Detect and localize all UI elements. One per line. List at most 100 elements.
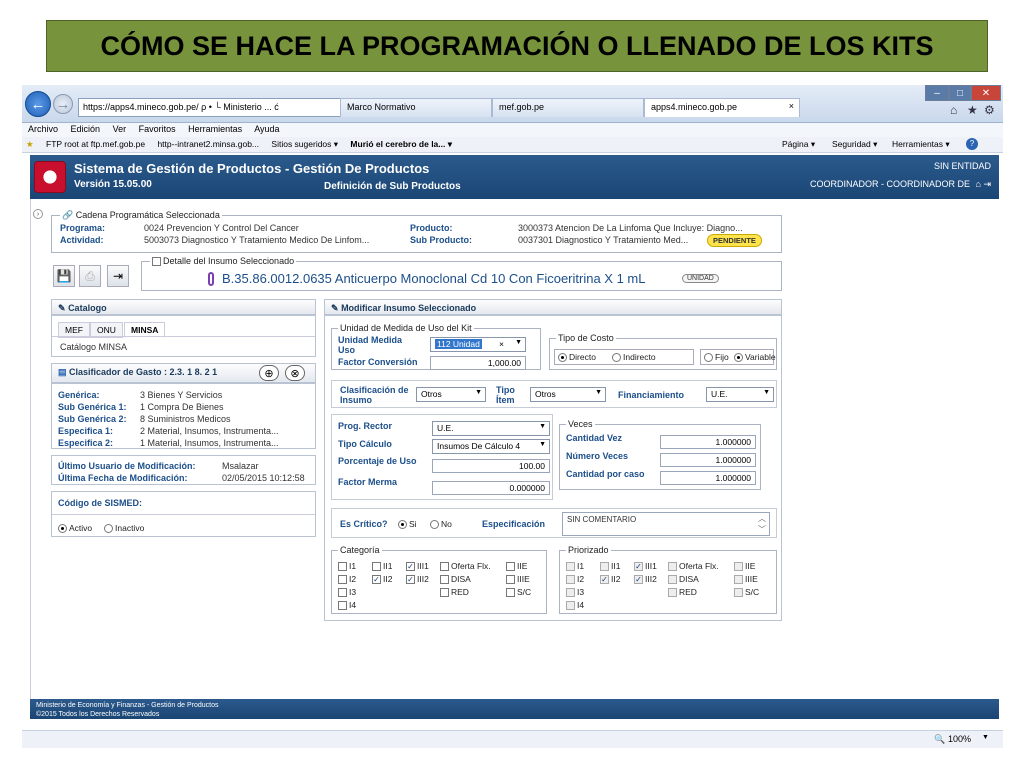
priorizado-checkbox[interactable]: RED bbox=[668, 587, 697, 598]
inactivo-radio[interactable]: Inactivo bbox=[104, 523, 144, 534]
actividad-value: 5003073 Diagnostico Y Tratamiento Medico… bbox=[144, 235, 370, 245]
fav-intranet[interactable]: http--intranet2.minsa.gob... bbox=[157, 139, 259, 149]
help-icon[interactable]: ? bbox=[966, 138, 978, 150]
favorites-star-icon[interactable]: ★ bbox=[26, 139, 34, 149]
priorizado-checkbox[interactable]: ✓ II2 bbox=[600, 574, 620, 585]
remove-clasificador-button[interactable]: ⊗ bbox=[285, 365, 305, 381]
num-veces-input[interactable]: 1.000000 bbox=[660, 453, 756, 467]
factor-input[interactable]: 1,000.00 bbox=[430, 356, 526, 370]
especifica2-value: 1 Material, Insumos, Instrumenta... bbox=[140, 438, 279, 448]
menu-ayuda[interactable]: Ayuda bbox=[254, 124, 279, 134]
print-icon[interactable]: ⎙ bbox=[79, 265, 101, 287]
priorizado-checkbox[interactable]: I1 bbox=[566, 561, 584, 572]
priorizado-checkbox[interactable]: IIIE bbox=[734, 574, 758, 585]
categoria-checkbox[interactable]: ✓ III2 bbox=[406, 574, 429, 585]
fijo-radio[interactable]: Fijo bbox=[704, 352, 729, 363]
priorizado-checkbox[interactable]: S/C bbox=[734, 587, 759, 598]
tipo-item-select[interactable]: Otros bbox=[530, 387, 606, 402]
directo-radio[interactable]: Directo bbox=[558, 352, 596, 363]
prog-rector-select[interactable]: U.E. bbox=[432, 421, 550, 436]
user-label: COORDINADOR - COORDINADOR DE ⌂ ⇥ bbox=[810, 179, 991, 190]
ultima-fecha-label: Última Fecha de Modificación: bbox=[58, 473, 188, 483]
clasif-select[interactable]: Otros bbox=[416, 387, 486, 402]
categoria-checkbox[interactable]: I3 bbox=[338, 587, 356, 598]
address-bar[interactable]: https://apps4.mineco.gob.pe/ ρ • └ Minis… bbox=[78, 98, 358, 117]
home-icon[interactable]: ⌂ bbox=[976, 179, 981, 189]
priorizado-checkbox[interactable]: I3 bbox=[566, 587, 584, 598]
close-icon[interactable]: ✕ bbox=[971, 85, 1001, 101]
clear-icon[interactable]: × bbox=[499, 339, 504, 349]
categoria-checkbox[interactable]: IIE bbox=[506, 561, 527, 572]
exit-icon[interactable]: ⇥ bbox=[107, 265, 129, 287]
financ-select[interactable]: U.E. bbox=[706, 387, 774, 402]
expand-icon[interactable]: › bbox=[33, 209, 43, 219]
espec-textarea[interactable]: SIN COMENTARIO ︿ ﹀ bbox=[562, 512, 770, 536]
fav-herramientas[interactable]: Herramientas ▾ bbox=[892, 139, 950, 150]
priorizado-fieldset: Priorizado I1 II1 ✓ III1 Oferta Flx. IIE I2 ✓ II… bbox=[559, 545, 777, 614]
menu-ver[interactable]: Ver bbox=[113, 124, 127, 134]
add-clasificador-button[interactable]: ⊕ bbox=[259, 365, 279, 381]
fav-ftp[interactable]: FTP root at ftp.mef.gob.pe bbox=[46, 139, 145, 149]
categoria-checkbox[interactable]: S/C bbox=[506, 587, 531, 598]
programa-value: 0024 Prevencion Y Control Del Cancer bbox=[144, 223, 299, 233]
categoria-checkbox[interactable]: DISA bbox=[440, 574, 471, 585]
priorizado-checkbox[interactable]: I2 bbox=[566, 574, 584, 585]
categoria-checkbox[interactable]: Oferta Flx. bbox=[440, 561, 491, 572]
zoom-level[interactable]: 100% bbox=[948, 734, 971, 744]
critico-row: Es Crítico? Si No Especificación SIN COM… bbox=[331, 508, 777, 538]
categoria-checkbox[interactable]: RED bbox=[440, 587, 469, 598]
tipo-calc-select[interactable]: Insumos De Cálculo 4 bbox=[432, 439, 550, 454]
scroll-down-icon[interactable]: ﹀ bbox=[758, 524, 766, 535]
zoom-dropdown-icon[interactable]: ▼ bbox=[982, 734, 989, 741]
porc-input[interactable]: 100.00 bbox=[432, 459, 550, 473]
star-icon[interactable]: ★ bbox=[967, 103, 978, 117]
priorizado-checkbox[interactable]: ✓ III1 bbox=[634, 561, 657, 572]
activo-radio[interactable]: Activo bbox=[58, 523, 92, 534]
forward-icon[interactable]: → bbox=[53, 94, 73, 114]
menu-favoritos[interactable]: Favoritos bbox=[139, 124, 176, 134]
categoria-checkbox[interactable]: I1 bbox=[338, 561, 356, 572]
categoria-checkbox[interactable]: ✓ III1 bbox=[406, 561, 429, 572]
fav-seguridad[interactable]: Seguridad ▾ bbox=[832, 139, 877, 150]
categoria-checkbox[interactable]: II1 bbox=[372, 561, 392, 572]
tab-mef[interactable]: mef.gob.pe bbox=[492, 98, 644, 117]
priorizado-checkbox[interactable]: ✓ III2 bbox=[634, 574, 657, 585]
no-radio[interactable]: No bbox=[430, 519, 452, 530]
variable-radio[interactable]: Variable bbox=[734, 352, 776, 363]
fav-pagina[interactable]: Página ▾ bbox=[782, 139, 815, 150]
si-radio[interactable]: Si bbox=[398, 519, 417, 530]
menu-edicion[interactable]: Edición bbox=[71, 124, 101, 134]
categoria-checkbox[interactable]: I4 bbox=[338, 600, 356, 611]
categoria-checkbox[interactable]: ✓ II2 bbox=[372, 574, 392, 585]
home-icon[interactable]: ⌂ bbox=[950, 103, 957, 117]
priorizado-checkbox[interactable]: IIE bbox=[734, 561, 755, 572]
priorizado-checkbox[interactable]: II1 bbox=[600, 561, 620, 572]
save-icon[interactable]: 💾 bbox=[53, 265, 75, 287]
gear-icon[interactable]: ⚙ bbox=[984, 103, 995, 117]
back-icon[interactable]: ← bbox=[25, 91, 51, 117]
categoria-checkbox[interactable]: I2 bbox=[338, 574, 356, 585]
indirecto-radio[interactable]: Indirecto bbox=[612, 352, 656, 363]
priorizado-checkbox[interactable]: DISA bbox=[668, 574, 699, 585]
cant-vez-input[interactable]: 1.000000 bbox=[660, 435, 756, 449]
priorizado-checkbox[interactable]: I4 bbox=[566, 600, 584, 611]
menu-herramientas[interactable]: Herramientas bbox=[188, 124, 242, 134]
priorizado-checkbox[interactable]: Oferta Flx. bbox=[668, 561, 719, 572]
logout-icon[interactable]: ⇥ bbox=[983, 179, 991, 189]
scroll-up-icon[interactable]: ︿ bbox=[758, 513, 766, 524]
categoria-checkbox[interactable]: IIIE bbox=[506, 574, 530, 585]
tab-marco-normativo[interactable]: Marco Normativo bbox=[340, 98, 492, 117]
catalogo-header: ✎ Catalogo bbox=[51, 299, 316, 315]
merma-input[interactable]: 0.000000 bbox=[432, 481, 550, 495]
subgenerica1-value: 1 Compra De Bienes bbox=[140, 402, 224, 412]
fav-murio[interactable]: Murió el cerebro de la... ▾ bbox=[350, 139, 452, 149]
clasificador-panel: Genérica: 3 Bienes Y Servicios Sub Genér… bbox=[51, 383, 316, 449]
cant-caso-input[interactable]: 1.000000 bbox=[660, 471, 756, 485]
minimize-icon[interactable]: – bbox=[925, 85, 949, 101]
menu-archivo[interactable]: Archivo bbox=[28, 124, 58, 134]
close-tab-icon[interactable]: × bbox=[789, 101, 794, 111]
maximize-icon[interactable]: □ bbox=[949, 85, 971, 101]
unidad-select[interactable]: 112 Unidad × bbox=[430, 337, 526, 352]
fav-sitios[interactable]: Sitios sugeridos ▾ bbox=[271, 139, 338, 149]
tab-apps4[interactable]: apps4.mineco.gob.pe × bbox=[644, 98, 800, 117]
